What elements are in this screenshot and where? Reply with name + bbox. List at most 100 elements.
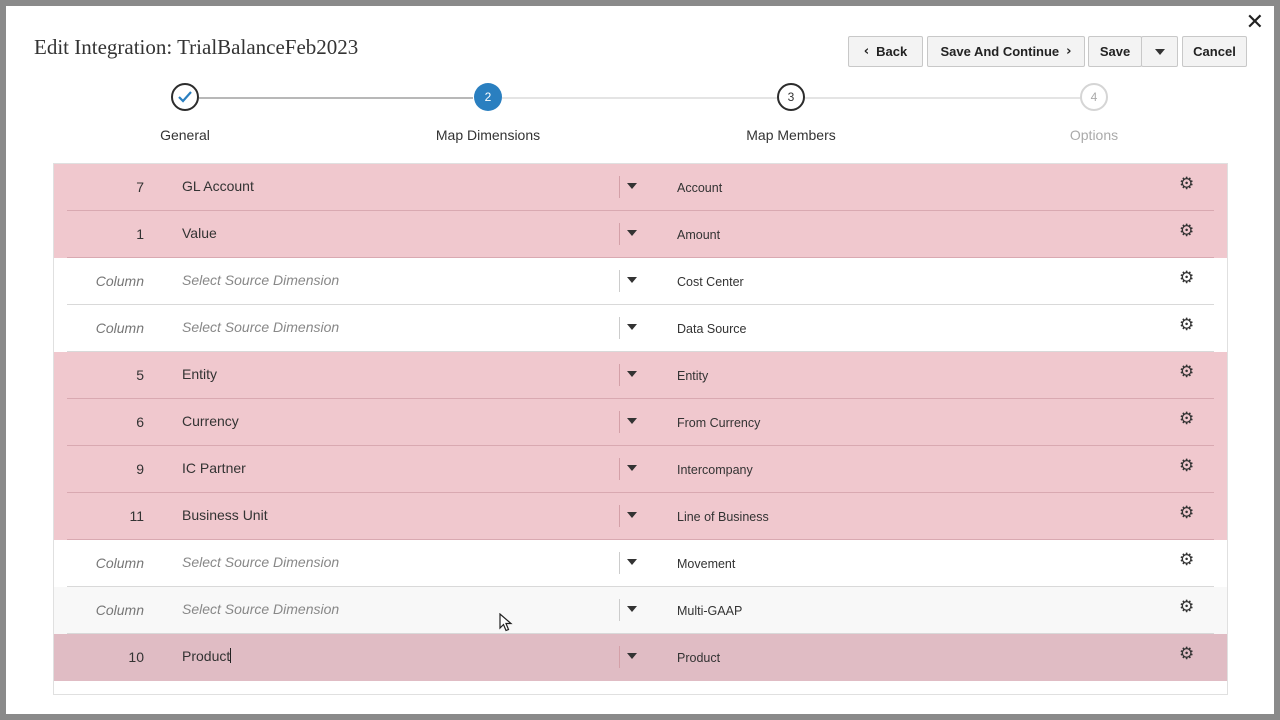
source-dimension-field[interactable]: Select Source Dimension	[182, 554, 632, 570]
gear-icon[interactable]: ⚙	[1179, 456, 1194, 476]
source-column-placeholder[interactable]: Column	[54, 602, 144, 618]
field-divider	[619, 411, 620, 433]
dropdown-caret-icon[interactable]	[627, 653, 637, 659]
source-column-number[interactable]: 5	[54, 367, 144, 383]
cancel-button[interactable]: Cancel	[1182, 36, 1247, 67]
train-connector-2	[502, 97, 777, 99]
dropdown-caret-icon[interactable]	[627, 418, 637, 424]
close-icon[interactable]: ✕	[1246, 12, 1264, 34]
source-dimension-field[interactable]: Entity	[182, 366, 632, 382]
source-dimension-field[interactable]: Value	[182, 225, 632, 241]
source-column-placeholder[interactable]: Column	[54, 555, 144, 571]
source-column-number[interactable]: 9	[54, 461, 144, 477]
cancel-button-label: Cancel	[1193, 44, 1236, 59]
train-step-label: Map Members	[746, 127, 836, 143]
save-button-label: Save	[1099, 44, 1131, 59]
source-dimension-field[interactable]: Business Unit	[182, 507, 632, 523]
back-button-label: Back	[876, 44, 908, 59]
target-dimension-label: Amount	[677, 228, 721, 242]
chevron-down-icon	[1154, 48, 1165, 55]
table-row-active[interactable]: 10 Product Product ⚙	[54, 634, 1227, 681]
field-divider	[619, 176, 620, 198]
source-dimension-field[interactable]: Select Source Dimension	[182, 319, 632, 335]
train-step-label: General	[160, 127, 210, 143]
field-divider	[619, 646, 620, 668]
train-step-options[interactable]: 4	[1080, 83, 1108, 111]
gear-icon[interactable]: ⚙	[1179, 550, 1194, 570]
source-column-number[interactable]: 7	[54, 179, 144, 195]
save-button[interactable]: Save	[1088, 36, 1142, 67]
source-column-placeholder[interactable]: Column	[54, 273, 144, 289]
dropdown-caret-icon[interactable]	[627, 371, 637, 377]
field-divider	[619, 458, 620, 480]
gear-icon[interactable]: ⚙	[1179, 174, 1194, 194]
source-column-number[interactable]: 10	[54, 649, 144, 665]
table-row[interactable]: 9 IC Partner Intercompany ⚙	[54, 446, 1227, 493]
train-connector-1	[199, 97, 473, 99]
gear-icon[interactable]: ⚙	[1179, 503, 1194, 523]
edit-integration-dialog: Edit Integration: TrialBalanceFeb2023 ✕ …	[6, 6, 1274, 714]
table-row[interactable]: 11 Business Unit Line of Business ⚙	[54, 493, 1227, 540]
dropdown-caret-icon[interactable]	[627, 183, 637, 189]
source-column-placeholder[interactable]: Column	[54, 320, 144, 336]
target-dimension-label: Multi-GAAP	[677, 604, 743, 618]
back-button[interactable]: ‹ Back	[848, 36, 923, 67]
dropdown-caret-icon[interactable]	[627, 465, 637, 471]
gear-icon[interactable]: ⚙	[1179, 409, 1194, 429]
dialog-title: Edit Integration: TrialBalanceFeb2023	[34, 35, 359, 59]
target-dimension-label: Movement	[677, 557, 736, 571]
field-divider	[619, 364, 620, 386]
train-step-map-dimensions[interactable]: 2	[474, 83, 502, 111]
table-row[interactable]: 7 GL Account Account ⚙	[54, 164, 1227, 211]
table-row[interactable]: 6 Currency From Currency ⚙	[54, 399, 1227, 446]
gear-icon[interactable]: ⚙	[1179, 268, 1194, 288]
chevron-right-icon: ›	[1066, 44, 1072, 59]
target-dimension-label: From Currency	[677, 416, 761, 430]
save-options-dropdown[interactable]	[1141, 36, 1178, 67]
gear-icon[interactable]: ⚙	[1179, 315, 1194, 335]
field-divider	[619, 223, 620, 245]
source-column-number[interactable]: 6	[54, 414, 144, 430]
source-dimension-field[interactable]: Select Source Dimension	[182, 272, 632, 288]
save-and-continue-button[interactable]: Save And Continue ›	[927, 36, 1085, 67]
target-dimension-label: Account	[677, 181, 723, 195]
dropdown-caret-icon[interactable]	[627, 324, 637, 330]
gear-icon[interactable]: ⚙	[1179, 221, 1194, 241]
table-row[interactable]: Column Select Source Dimension Data Sour…	[54, 305, 1227, 352]
checkmark-icon	[178, 91, 192, 103]
train-step-general[interactable]	[171, 83, 199, 111]
target-dimension-label: Cost Center	[677, 275, 744, 289]
field-divider	[619, 505, 620, 527]
source-dimension-field[interactable]: Currency	[182, 413, 632, 429]
source-column-number[interactable]: 1	[54, 226, 144, 242]
dropdown-caret-icon[interactable]	[627, 230, 637, 236]
train-connector-3	[805, 97, 1081, 99]
dropdown-caret-icon[interactable]	[627, 606, 637, 612]
field-divider	[619, 552, 620, 574]
chevron-left-icon: ‹	[863, 44, 870, 59]
source-dimension-field[interactable]: Product	[182, 648, 632, 664]
table-row[interactable]: Column Select Source Dimension Cost Cent…	[54, 258, 1227, 305]
table-row[interactable]: 5 Entity Entity ⚙	[54, 352, 1227, 399]
dropdown-caret-icon[interactable]	[627, 559, 637, 565]
target-dimension-label: Line of Business	[677, 510, 769, 524]
gear-icon[interactable]: ⚙	[1179, 597, 1194, 617]
text-caret	[230, 648, 232, 663]
source-dimension-field[interactable]: GL Account	[182, 178, 632, 194]
source-dimension-value: Product	[182, 648, 231, 664]
dropdown-caret-icon[interactable]	[627, 277, 637, 283]
table-row[interactable]: Column Select Source Dimension Multi-GAA…	[54, 587, 1227, 634]
target-dimension-label: Data Source	[677, 322, 747, 336]
source-column-number[interactable]: 11	[54, 508, 144, 524]
save-and-continue-label: Save And Continue	[940, 44, 1060, 59]
gear-icon[interactable]: ⚙	[1179, 644, 1194, 664]
dropdown-caret-icon[interactable]	[627, 512, 637, 518]
train-step-map-members[interactable]: 3	[777, 83, 805, 111]
train-step-label: Map Dimensions	[435, 127, 541, 143]
table-row[interactable]: 1 Value Amount ⚙	[54, 211, 1227, 258]
table-row[interactable]: Column Select Source Dimension Movement …	[54, 540, 1227, 587]
gear-icon[interactable]: ⚙	[1179, 362, 1194, 382]
source-dimension-field[interactable]: Select Source Dimension	[182, 601, 632, 617]
mouse-pointer-icon	[499, 613, 513, 632]
source-dimension-field[interactable]: IC Partner	[182, 460, 632, 476]
